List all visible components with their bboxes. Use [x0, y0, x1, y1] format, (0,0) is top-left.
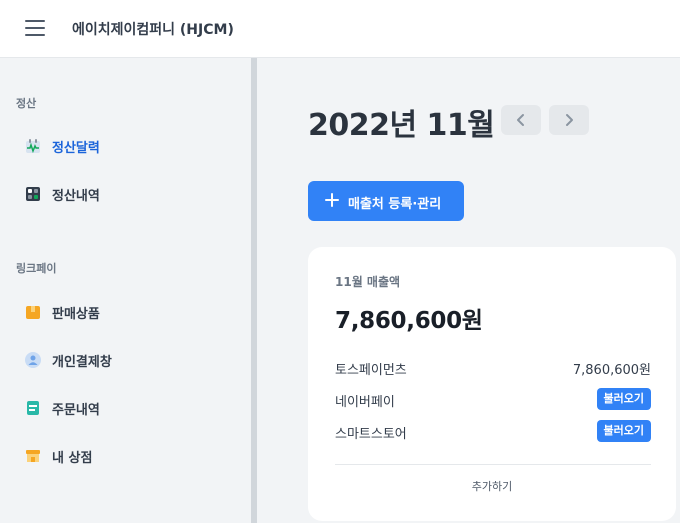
register-sales-channel-button[interactable]: 매출처 등록·관리 — [308, 181, 464, 221]
sales-row-name: 네이버페이 — [335, 395, 395, 410]
sidebar-item-orders[interactable]: 주문내역 — [0, 388, 251, 428]
sales-row-name: 스마트스토어 — [335, 427, 407, 442]
calculator-icon — [26, 187, 40, 201]
chevron-right-icon — [566, 114, 573, 126]
sidebar-item-my-store[interactable]: 내 상점 — [0, 436, 251, 476]
sidebar-item-products[interactable]: 판매상품 — [0, 292, 251, 332]
sidebar-item-personal-payment[interactable]: 개인결제창 — [0, 340, 251, 380]
previous-month-button[interactable] — [501, 105, 541, 135]
sidebar-item-label: 정산달력 — [52, 141, 100, 156]
sidebar-item-settlement-calendar[interactable]: 정산달력 — [0, 126, 251, 166]
page-title: 2022년 11월 — [308, 108, 495, 143]
add-sales-channel-link[interactable]: 추가하기 — [308, 478, 676, 494]
load-naverpay-button[interactable]: 불러오기 — [596, 388, 651, 410]
sales-card-label: 11월 매출액 — [335, 275, 401, 289]
sidebar-item-settlement-history[interactable]: 정산내역 — [0, 174, 251, 214]
hamburger-icon[interactable] — [25, 20, 45, 36]
sidebar-item-label: 내 상점 — [52, 451, 93, 466]
sales-card: 11월 매출액 7,860,600원 토스페이먼츠 7,860,600원 네이버… — [308, 247, 676, 521]
person-icon — [25, 352, 41, 368]
sales-row: 네이버페이 불러오기 — [335, 388, 651, 410]
next-month-button[interactable] — [549, 105, 589, 135]
store-icon — [26, 450, 40, 462]
company-name: 에이치제이컴퍼니 (HJCM) — [72, 22, 234, 38]
chevron-left-icon — [517, 114, 524, 126]
sidebar-section-settlement: 정산 — [16, 97, 37, 110]
sidebar-item-label: 판매상품 — [52, 307, 100, 322]
sales-row-value: 7,860,600원 — [572, 363, 651, 378]
document-icon — [27, 401, 39, 415]
sales-row: 스마트스토어 불러오기 — [335, 420, 651, 442]
load-smartstore-button[interactable]: 불러오기 — [596, 420, 651, 442]
top-bar: 에이치제이컴퍼니 (HJCM) — [0, 0, 680, 58]
sidebar-item-label: 정산내역 — [52, 189, 100, 204]
main-content: 2022년 11월 매출처 등록·관리 11월 매출액 7,860,600원 토… — [257, 58, 680, 523]
divider — [335, 464, 651, 465]
calendar-chart-icon — [26, 139, 40, 154]
register-button-label: 매출처 등록·관리 — [348, 197, 442, 212]
sidebar-item-label: 개인결제창 — [52, 355, 112, 370]
sales-row-name: 토스페이먼츠 — [335, 363, 407, 378]
sidebar: 정산 정산달력 정산내역 링크페이 판매상품 개인결제창 주문내역 내 상점 — [0, 58, 251, 523]
plus-icon — [325, 193, 339, 207]
sidebar-section-linkpay: 링크페이 — [16, 262, 57, 275]
sales-total: 7,860,600원 — [335, 308, 483, 334]
sidebar-item-label: 주문내역 — [52, 403, 100, 418]
box-icon — [26, 306, 40, 319]
sales-row: 토스페이먼츠 7,860,600원 — [335, 356, 651, 378]
